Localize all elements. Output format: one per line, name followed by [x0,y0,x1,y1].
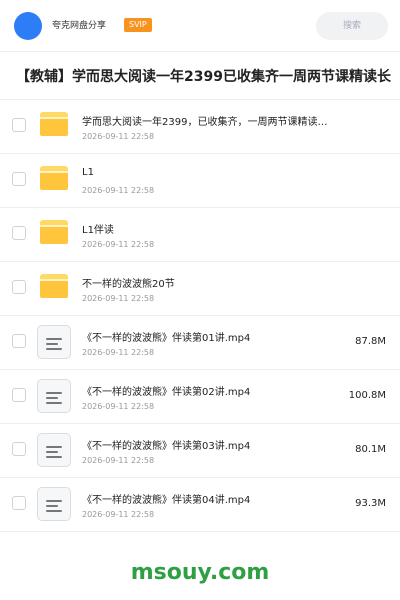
row-checkbox[interactable] [12,280,26,294]
list-item[interactable]: 《不一样的波波熊》伴读第03讲.mp4 2026-09-11 22:58 80.… [0,424,400,478]
item-name: 学而思大阅读一年2399，已收集齐，一周两节课精读… [82,117,328,128]
video-file-icon [37,379,71,413]
list-item[interactable]: 不一样的波波熊20节 2026-09-11 22:58 [0,262,400,316]
folder-icon [40,274,68,298]
search-input[interactable]: 搜索 [316,12,388,40]
list-item[interactable]: L1 2026-09-11 22:58 [0,154,400,208]
item-size: 87.8M [355,336,386,347]
row-checkbox[interactable] [12,172,26,186]
item-date: 2026-09-11 22:58 [82,456,155,465]
share-title-bar: 【教辅】学而思大阅读一年2399已收集齐一周两节课精读长 [0,52,400,100]
item-size: 100.8M [348,390,386,401]
video-file-icon [37,325,71,359]
video-file-icon [37,433,71,467]
video-file-icon [37,487,71,521]
item-name: L1 [82,167,94,178]
item-size: 80.1M [355,444,386,455]
row-checkbox[interactable] [12,118,26,132]
row-checkbox[interactable] [12,334,26,348]
item-size: 93.3M [355,498,386,509]
item-name: 《不一样的波波熊》伴读第02讲.mp4 [82,387,251,398]
item-name: L1伴读 [82,225,114,236]
site-name: 夸克网盘分享 [52,21,107,31]
item-date: 2026-09-11 22:58 [82,294,155,303]
item-date: 2026-09-11 22:58 [82,240,155,249]
header: 夸克网盘分享 SVIP 搜索 [0,0,400,52]
folder-icon [40,112,68,136]
item-name: 不一样的波波熊20节 [82,279,175,290]
page-title: 【教辅】学而思大阅读一年2399已收集齐一周两节课精读长 [16,69,391,85]
item-name: 《不一样的波波熊》伴读第04讲.mp4 [82,495,251,506]
watermark: msouy.com [130,560,270,585]
row-checkbox[interactable] [12,388,26,402]
row-checkbox[interactable] [12,442,26,456]
row-checkbox[interactable] [12,496,26,510]
list-item[interactable]: L1伴读 2026-09-11 22:58 [0,208,400,262]
item-date: 2026-09-11 22:58 [82,348,155,357]
item-date: 2026-09-11 22:58 [82,186,155,195]
row-checkbox[interactable] [12,226,26,240]
item-name: 《不一样的波波熊》伴读第01讲.mp4 [82,333,251,344]
item-date: 2026-09-11 22:58 [82,402,155,411]
list-item[interactable]: 《不一样的波波熊》伴读第02讲.mp4 2026-09-11 22:58 100… [0,370,400,424]
list-item[interactable]: 学而思大阅读一年2399，已收集齐，一周两节课精读… 2026-09-11 22… [0,100,400,154]
item-date: 2026-09-11 22:58 [82,132,155,141]
svip-badge: SVIP [124,18,152,32]
list-item[interactable]: 《不一样的波波熊》伴读第04讲.mp4 2026-09-11 22:58 93.… [0,478,400,532]
item-date: 2026-09-11 22:58 [82,510,155,519]
list-item[interactable]: 《不一样的波波熊》伴读第01讲.mp4 2026-09-11 22:58 87.… [0,316,400,370]
folder-icon [40,166,68,190]
avatar[interactable] [14,12,42,40]
folder-icon [40,220,68,244]
item-name: 《不一样的波波熊》伴读第03讲.mp4 [82,441,251,452]
